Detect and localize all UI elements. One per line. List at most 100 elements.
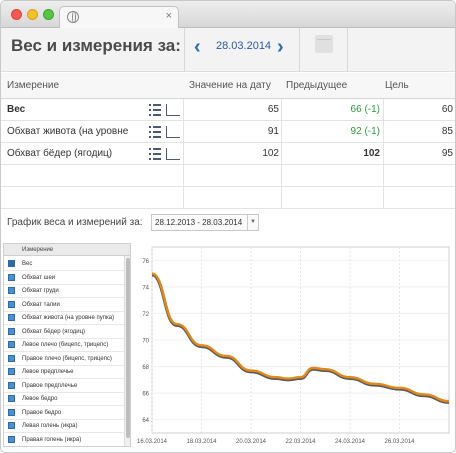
checkbox[interactable] — [8, 341, 15, 348]
list-item[interactable]: Обхват бёдер (ягодиц) — [4, 325, 125, 339]
calendar-icon[interactable] — [315, 35, 333, 53]
maximize-window-button[interactable] — [43, 9, 54, 20]
list-item-label: Правое плечо (бицепс, трицепс) — [22, 355, 112, 362]
page-header: Вес и измерения за: ‹ 28.03.2014 › — [1, 28, 455, 72]
checkbox[interactable] — [8, 260, 15, 267]
list-item[interactable]: Левое бедро — [4, 392, 125, 406]
measurement-name: Обхват живота (на уровне — [7, 126, 129, 137]
chevron-left-icon[interactable]: ‹ — [194, 36, 201, 59]
close-window-button[interactable] — [11, 9, 22, 20]
previous-value: 92 (-1) — [350, 126, 380, 137]
table-row[interactable]: Обхват живота (на уровне 91 92 (-1) 85 — [1, 121, 455, 143]
list-item-label: Обхват шеи — [22, 274, 56, 281]
title-bar: × — [1, 1, 455, 28]
measurement-list-panel: Измерение Вес Обхват шеи Обхват груди Обхва… — [3, 243, 131, 447]
list-item[interactable]: Левая голень (икра) — [4, 419, 125, 433]
list-icon[interactable] — [149, 126, 161, 138]
minimize-window-button[interactable] — [27, 9, 38, 20]
current-value: 102 — [262, 148, 279, 159]
list-item[interactable]: Вес — [4, 257, 125, 271]
weight-chart: 64 66 68 70 72 74 76 16.03.2014 18.03.2014 20.03.… — [132, 243, 455, 447]
list-item-label: Вес — [22, 261, 33, 267]
list-item-label: Левая голень (икра) — [22, 423, 78, 429]
list-item-label: Обхват груди — [22, 288, 59, 294]
y-tick-label: 70 — [142, 339, 149, 345]
checkbox[interactable] — [8, 395, 15, 402]
date-range-value: 28.12.2013 - 28.03.2014 — [155, 218, 243, 227]
divider — [184, 28, 185, 72]
list-scrollbar[interactable] — [124, 256, 130, 446]
x-tick-label: 26.03.2014 — [384, 439, 415, 445]
column-header-measurement: Измерение — [7, 80, 60, 91]
checkbox[interactable] — [8, 408, 15, 416]
list-item-label: Правая голень (икра) — [22, 436, 82, 443]
list-item[interactable]: Обхват шеи — [4, 271, 125, 285]
list-item-label: Правое бедро — [22, 409, 62, 416]
chevron-right-icon[interactable]: › — [277, 36, 284, 59]
checkbox[interactable] — [8, 368, 15, 375]
list-item[interactable]: Правое предплечье — [4, 379, 125, 393]
list-item[interactable]: Правая голень (икра) — [4, 433, 125, 446]
checkbox[interactable] — [8, 273, 15, 281]
chart-icon[interactable] — [166, 148, 180, 160]
y-tick-label: 64 — [142, 418, 149, 424]
table-row-empty — [1, 187, 455, 209]
list-header: Измерение — [4, 244, 130, 256]
browser-tab[interactable]: × — [59, 6, 179, 28]
checkbox[interactable] — [8, 300, 15, 308]
checkbox[interactable] — [8, 422, 15, 429]
checkbox[interactable] — [8, 314, 15, 321]
list-item-label: Обхват бёдер (ягодиц) — [22, 328, 86, 335]
list-item[interactable]: Левое предплечье — [4, 365, 125, 379]
divider — [299, 28, 300, 72]
x-tick-label: 16.03.2014 — [137, 439, 168, 445]
chart-icon[interactable] — [166, 126, 180, 138]
tab-close-icon[interactable]: × — [166, 10, 172, 22]
list-item[interactable]: Обхват талии — [4, 298, 125, 312]
x-tick-label: 24.03.2014 — [335, 439, 366, 445]
target-value: 95 — [441, 148, 453, 159]
y-tick-label: 74 — [142, 285, 149, 291]
chevron-down-icon[interactable]: ▼ — [247, 215, 258, 230]
column-header-value: Значение на дату — [189, 80, 271, 91]
previous-value: 102 — [363, 148, 380, 159]
y-tick-label: 66 — [142, 392, 149, 398]
current-date: 28.03.2014 — [216, 40, 272, 52]
target-value: 60 — [441, 104, 453, 115]
measurement-name: Вес — [7, 104, 26, 115]
table-row[interactable]: Обхват бёдер (ягодиц) 102 102 95 — [1, 143, 455, 165]
list-icon[interactable] — [149, 148, 161, 160]
table-row-empty — [1, 165, 455, 187]
page-title: Вес и измерения за: — [11, 36, 181, 55]
column-header-previous: Предыдущее — [286, 80, 348, 91]
checkbox[interactable] — [8, 287, 15, 294]
y-tick-label: 76 — [142, 259, 149, 265]
table-header-row: Измерение Значение на дату Предыдущее Це… — [1, 73, 455, 99]
list-item-label: Обхват талии — [22, 301, 60, 308]
list-item-label: Обхват живота (на уровне пупка) — [22, 315, 115, 321]
previous-value: 66 (-1) — [350, 104, 380, 115]
globe-icon — [67, 11, 79, 23]
list-item[interactable]: Левое плечо (бицепс, трицепс) — [4, 338, 125, 352]
checkbox[interactable] — [8, 435, 15, 443]
list-item-label: Левое плечо (бицепс, трицепс) — [22, 342, 109, 348]
checkbox[interactable] — [8, 354, 15, 362]
list-item[interactable]: Правое бедро — [4, 406, 125, 420]
list-item[interactable]: Обхват живота (на уровне пупка) — [4, 311, 125, 325]
checkbox[interactable] — [8, 381, 15, 389]
measurement-name: Обхват бёдер (ягодиц) — [7, 148, 113, 159]
list-item[interactable]: Правое плечо (бицепс, трицепс) — [4, 352, 125, 366]
list-item-label: Правое предплечье — [22, 382, 78, 389]
list-icon[interactable] — [149, 104, 161, 116]
list-item[interactable]: Обхват груди — [4, 284, 125, 298]
table-row[interactable]: Вес 65 66 (-1) 60 — [1, 99, 455, 121]
list-item-label: Левое предплечье — [22, 369, 74, 375]
date-range-select[interactable]: 28.12.2013 - 28.03.2014 ▼ — [151, 214, 259, 231]
column-header-target: Цель — [385, 80, 409, 91]
chart-icon[interactable] — [166, 104, 180, 116]
list-item-label: Левое бедро — [22, 396, 58, 402]
browser-window: × Вес и измерения за: ‹ 28.03.2014 › Изм… — [0, 0, 456, 453]
chart-section-title: График веса и измерений за: — [7, 217, 143, 228]
x-tick-label: 18.03.2014 — [186, 439, 217, 445]
checkbox[interactable] — [8, 327, 15, 335]
